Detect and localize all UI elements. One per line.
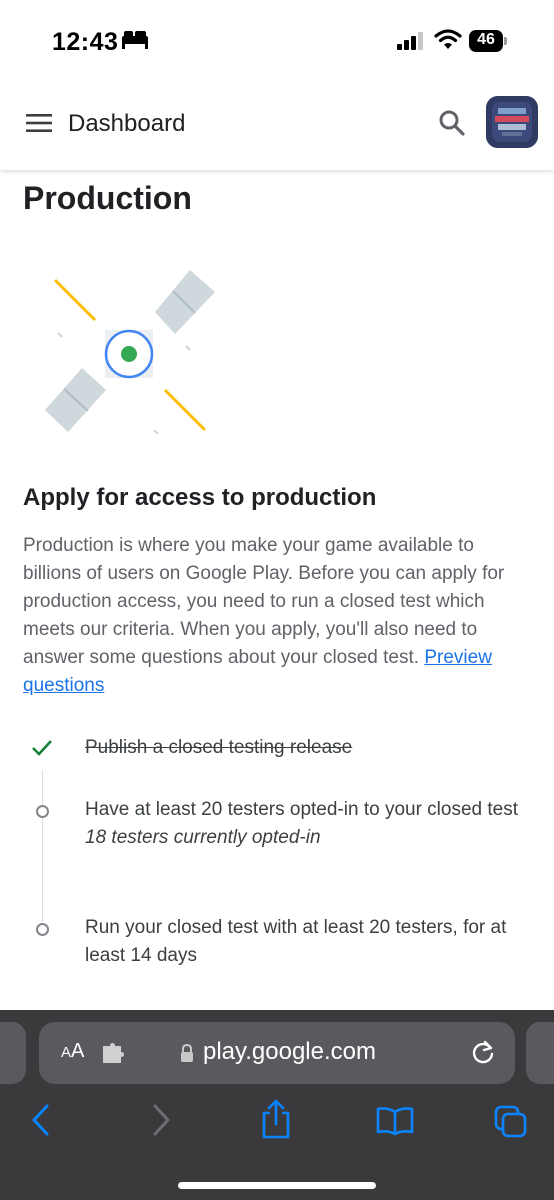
- cellular-signal-icon: [397, 32, 423, 50]
- description: Production is where you make your game a…: [23, 532, 533, 700]
- app-icon-graphic: [486, 96, 538, 148]
- text-size-small: A: [61, 1044, 72, 1061]
- step-label: Publish a closed testing release: [85, 737, 353, 758]
- check-icon: [32, 740, 52, 756]
- share-icon[interactable]: [260, 1098, 292, 1140]
- back-icon[interactable]: [30, 1103, 52, 1137]
- url-text: play.google.com: [203, 1038, 376, 1065]
- step-testers-opted-in: Have at least 20 testers opted-in to you…: [85, 796, 525, 852]
- bookmarks-icon[interactable]: [376, 1106, 414, 1136]
- step-run-closed-test: Run your closed test with at least 20 te…: [85, 914, 525, 970]
- status-time: 12:43: [52, 28, 119, 56]
- text-size-button[interactable]: AA: [61, 1040, 84, 1063]
- timeline-line: [42, 770, 43, 922]
- status-bar: 12:43 46: [0, 0, 554, 80]
- extension-icon[interactable]: [101, 1042, 125, 1064]
- page-title: Production: [23, 180, 192, 216]
- text-size-large: A: [71, 1040, 85, 1062]
- wifi-icon: [434, 29, 462, 49]
- pending-step-icon: [36, 923, 49, 936]
- browser-toolbar: AA play.google.com: [0, 1010, 554, 1200]
- step-publish-closed-testing: Publish a closed testing release: [85, 734, 525, 762]
- step-label: Run your closed test with at least 20 te…: [85, 917, 507, 966]
- previous-tab-preview[interactable]: [0, 1022, 26, 1084]
- step-note: 18 testers currently opted-in: [85, 827, 321, 848]
- app-header: Dashboard: [0, 80, 554, 170]
- bed-icon: [122, 31, 148, 49]
- address-bar[interactable]: AA play.google.com: [39, 1022, 515, 1084]
- satellite-illustration: [45, 270, 215, 435]
- lock-icon: [181, 1043, 193, 1062]
- battery-icon: 46: [469, 30, 507, 52]
- header-title: Dashboard: [68, 110, 186, 137]
- reload-icon[interactable]: [470, 1040, 496, 1066]
- battery-level: 46: [477, 31, 495, 48]
- forward-icon[interactable]: [150, 1103, 172, 1137]
- next-tab-preview[interactable]: [526, 1022, 554, 1084]
- app-icon[interactable]: [486, 96, 538, 148]
- menu-icon[interactable]: [26, 113, 52, 133]
- section-heading: Apply for access to production: [23, 484, 377, 511]
- tabs-icon[interactable]: [494, 1105, 528, 1139]
- pending-step-icon: [36, 805, 49, 818]
- home-indicator: [178, 1182, 376, 1189]
- search-icon[interactable]: [438, 109, 466, 137]
- step-label: Have at least 20 testers opted-in to you…: [85, 799, 519, 820]
